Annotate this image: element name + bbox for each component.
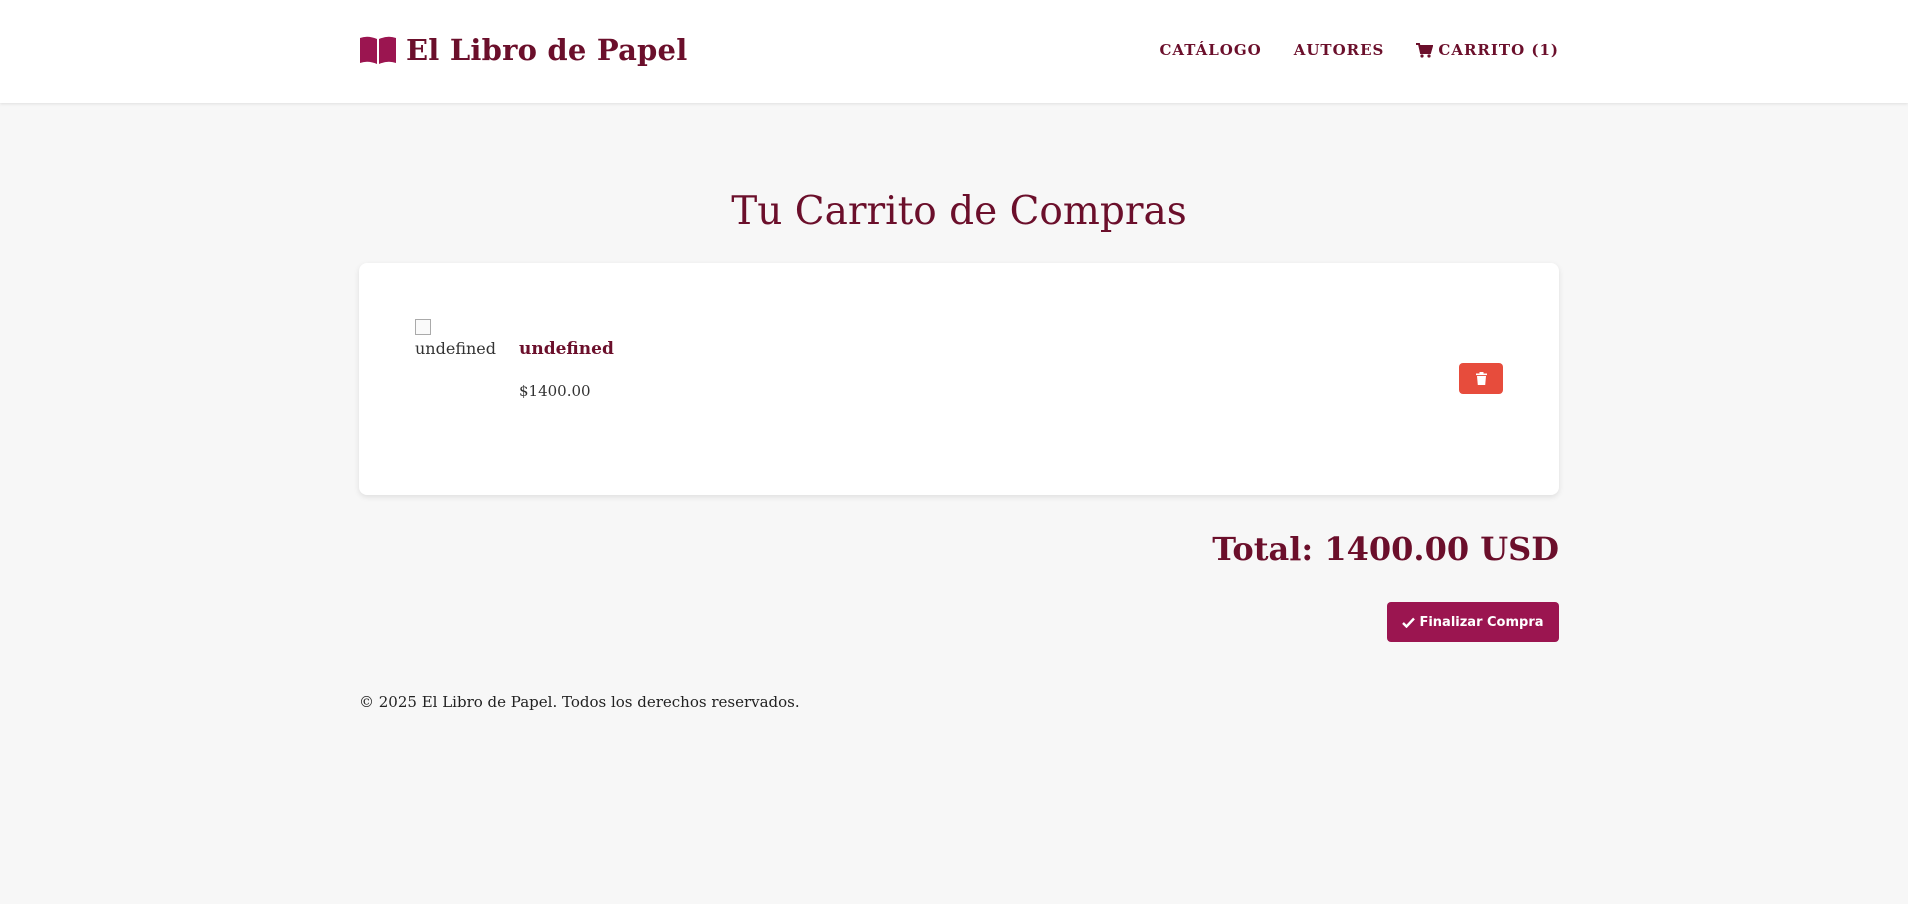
brand-name: El Libro de Papel: [406, 33, 688, 67]
main-nav: CATÁLOGO AUTORES CARRITO (1): [1159, 38, 1559, 62]
checkout-button[interactable]: Finalizar Compra: [1387, 602, 1559, 642]
product-title: undefined: [519, 339, 614, 359]
remove-item-button[interactable]: [1459, 363, 1503, 394]
cart-item-card: undefined undefined $1400.00: [359, 263, 1559, 495]
shopping-cart-icon: [1416, 42, 1434, 58]
book-open-icon: [359, 35, 397, 65]
brand-logo-link[interactable]: El Libro de Papel: [359, 31, 687, 69]
check-icon: [1402, 617, 1416, 628]
nav-link-cart[interactable]: CARRITO (1): [1416, 41, 1559, 59]
trash-icon: [1475, 372, 1487, 385]
site-header: El Libro de Papel CATÁLOGO AUTORES CARRI…: [0, 0, 1908, 103]
product-price: $1400.00: [519, 382, 591, 400]
nav-link-catalog[interactable]: CATÁLOGO: [1159, 41, 1261, 59]
cart-total: Total: 1400.00 USD: [1212, 530, 1559, 568]
checkout-label: Finalizar Compra: [1419, 614, 1544, 630]
nav-link-authors[interactable]: AUTORES: [1294, 41, 1385, 59]
page-title: Tu Carrito de Compras: [731, 189, 1187, 234]
product-image: undefined: [415, 319, 497, 359]
nav-cart-label: CARRITO (1): [1438, 41, 1559, 59]
product-image-alt: undefined: [415, 339, 497, 358]
broken-image-icon: [415, 319, 431, 335]
footer-copyright: © 2025 El Libro de Papel. Todos los dere…: [359, 693, 800, 711]
